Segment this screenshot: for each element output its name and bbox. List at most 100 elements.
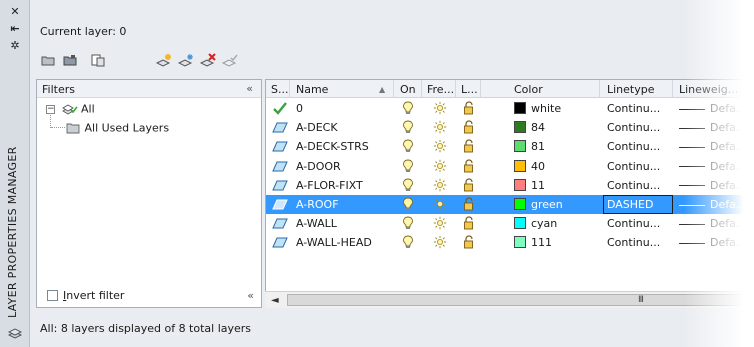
scroll-thumb[interactable]: III — [287, 294, 747, 306]
thaw-sun-icon[interactable] — [433, 101, 447, 118]
close-icon[interactable]: ✕ — [9, 6, 21, 18]
layer-linetype[interactable]: Continu... — [607, 160, 660, 173]
thaw-sun-icon[interactable] — [433, 159, 447, 176]
unlocked-padlock-icon[interactable] — [463, 158, 475, 176]
layer-linetype[interactable]: Continu... — [607, 140, 660, 153]
layer-row[interactable]: A-DECK-STRS 81 Continu... Defa... — [266, 137, 754, 156]
unlocked-padlock-icon[interactable] — [463, 197, 475, 214]
layer-lineweight[interactable]: Defa... — [679, 160, 746, 173]
filter-tree-all-used-layers[interactable]: All Used Layers — [65, 121, 169, 137]
palette-title: LAYER PROPERTIES MANAGER — [6, 146, 19, 318]
lightbulb-on-icon[interactable] — [402, 139, 414, 156]
layer-color[interactable]: cyan — [514, 217, 557, 230]
lightbulb-on-icon[interactable] — [402, 101, 414, 118]
layer-row[interactable]: A-WALL-HEAD 111 Continu... Defa... — [266, 233, 754, 252]
layer-name[interactable]: A-FLOR-FIXT — [296, 179, 363, 192]
layer-color[interactable]: 81 — [514, 140, 545, 153]
layer-color[interactable]: 84 — [514, 121, 545, 134]
layer-linetype[interactable]: Continu... — [607, 179, 660, 192]
column-freeze[interactable]: Fre... — [427, 83, 454, 96]
layer-linetype[interactable]: Continu... — [607, 121, 660, 134]
layer-lineweight[interactable]: Defa... — [679, 236, 746, 249]
layer-color[interactable]: green — [514, 198, 563, 211]
lightbulb-on-icon[interactable] — [402, 159, 414, 176]
layer-lineweight[interactable]: Defa... — [679, 179, 746, 192]
layer-name[interactable]: A-DECK-STRS — [296, 140, 369, 153]
lightbulb-on-icon[interactable] — [402, 120, 414, 137]
auto-hide-icon[interactable]: ⇤ — [9, 23, 21, 35]
invert-filter-checkbox[interactable] — [47, 290, 58, 301]
color-swatch — [514, 140, 526, 153]
thaw-sun-icon[interactable] — [433, 197, 447, 214]
collapse-filters-icon[interactable]: « — [247, 289, 254, 302]
column-lineweight[interactable]: Lineweig... — [679, 83, 738, 96]
color-name: 11 — [531, 178, 545, 192]
layer-row[interactable]: A-DECK 84 Continu... Defa... — [266, 118, 754, 137]
layer-lineweight[interactable]: Defa... — [679, 198, 746, 211]
lineweight-value: Defa... — [710, 178, 747, 192]
thaw-sun-icon[interactable] — [433, 216, 447, 233]
layer-linetype[interactable]: Continu... — [607, 236, 660, 249]
layer-linetype[interactable]: DASHED — [607, 198, 653, 211]
delete-layer-icon[interactable] — [200, 52, 216, 68]
column-on[interactable]: On — [400, 83, 416, 96]
layer-color[interactable]: 11 — [514, 178, 545, 192]
filters-header: Filters « — [37, 80, 261, 98]
layer-lineweight[interactable]: Defa... — [679, 121, 746, 134]
unlocked-padlock-icon[interactable] — [463, 139, 475, 156]
filters-header-label: Filters — [42, 83, 75, 96]
layer-name[interactable]: A-ROOF — [296, 198, 339, 211]
thaw-sun-icon[interactable] — [433, 178, 447, 195]
collapse-filters-icon[interactable]: « — [246, 82, 253, 95]
lightbulb-on-icon[interactable] — [402, 235, 414, 252]
lightbulb-on-icon[interactable] — [402, 178, 414, 195]
unlocked-padlock-icon[interactable] — [463, 120, 475, 137]
layer-row[interactable]: A-DOOR 40 Continu... Defa... — [266, 157, 754, 176]
set-current-icon[interactable] — [222, 52, 238, 68]
layer-row[interactable]: A-WALL cyan Continu... Defa... — [266, 214, 754, 233]
scroll-left-arrow-icon[interactable]: ◄ — [271, 295, 279, 306]
new-layer-vp-frozen-icon[interactable] — [178, 52, 194, 68]
layer-color[interactable]: 40 — [514, 159, 545, 173]
layer-name[interactable]: 0 — [296, 102, 303, 115]
column-linetype[interactable]: Linetype — [607, 83, 655, 96]
layer-name[interactable]: A-DECK — [296, 121, 338, 134]
unlocked-padlock-icon[interactable] — [463, 178, 475, 195]
layer-row[interactable]: A-ROOF green DASHED Defa... — [266, 195, 754, 214]
properties-icon[interactable]: ✲ — [9, 40, 21, 52]
unlocked-padlock-icon[interactable] — [463, 235, 475, 252]
new-group-filter-icon[interactable] — [62, 52, 78, 68]
layer-states-manager-icon[interactable] — [90, 52, 106, 68]
filter-tree-all[interactable]: − All — [46, 102, 95, 118]
filter-all-used-label: All Used Layers — [84, 121, 170, 135]
layer-row[interactable]: A-FLOR-FIXT 11 Continu... Defa... — [266, 176, 754, 195]
layer-name[interactable]: A-WALL-HEAD — [296, 236, 372, 249]
column-name[interactable]: Name — [296, 83, 328, 96]
layer-lineweight[interactable]: Defa... — [679, 140, 746, 153]
column-status[interactable]: S... — [271, 83, 288, 96]
column-color[interactable]: Color — [514, 83, 543, 96]
invert-filter-label[interactable]: Invert filter — [63, 289, 124, 302]
layer-lineweight[interactable]: Defa... — [679, 217, 746, 230]
column-lock[interactable]: L... — [461, 83, 478, 96]
layer-name[interactable]: A-WALL — [296, 217, 337, 230]
unlocked-padlock-icon[interactable] — [463, 216, 475, 233]
color-swatch — [514, 121, 526, 134]
layer-name[interactable]: A-DOOR — [296, 160, 341, 173]
layer-linetype[interactable]: Continu... — [607, 217, 660, 230]
thaw-sun-icon[interactable] — [433, 235, 447, 252]
layer-linetype[interactable]: Continu... — [607, 102, 660, 115]
layer-row[interactable]: 0 white Continu... Defa... — [266, 99, 754, 118]
lightbulb-on-icon[interactable] — [402, 197, 414, 214]
layer-color[interactable]: 111 — [514, 236, 552, 249]
layer-color[interactable]: white — [514, 102, 561, 115]
new-property-filter-icon[interactable] — [40, 52, 56, 68]
thaw-sun-icon[interactable] — [433, 139, 447, 156]
unlocked-padlock-icon[interactable] — [463, 101, 475, 118]
new-layer-icon[interactable] — [156, 52, 172, 68]
layer-lineweight[interactable]: Defa... — [679, 102, 746, 115]
lineweight-sample — [679, 223, 705, 225]
lightbulb-on-icon[interactable] — [402, 216, 414, 233]
horizontal-scrollbar[interactable]: ◄ III — [265, 291, 754, 308]
thaw-sun-icon[interactable] — [433, 120, 447, 137]
